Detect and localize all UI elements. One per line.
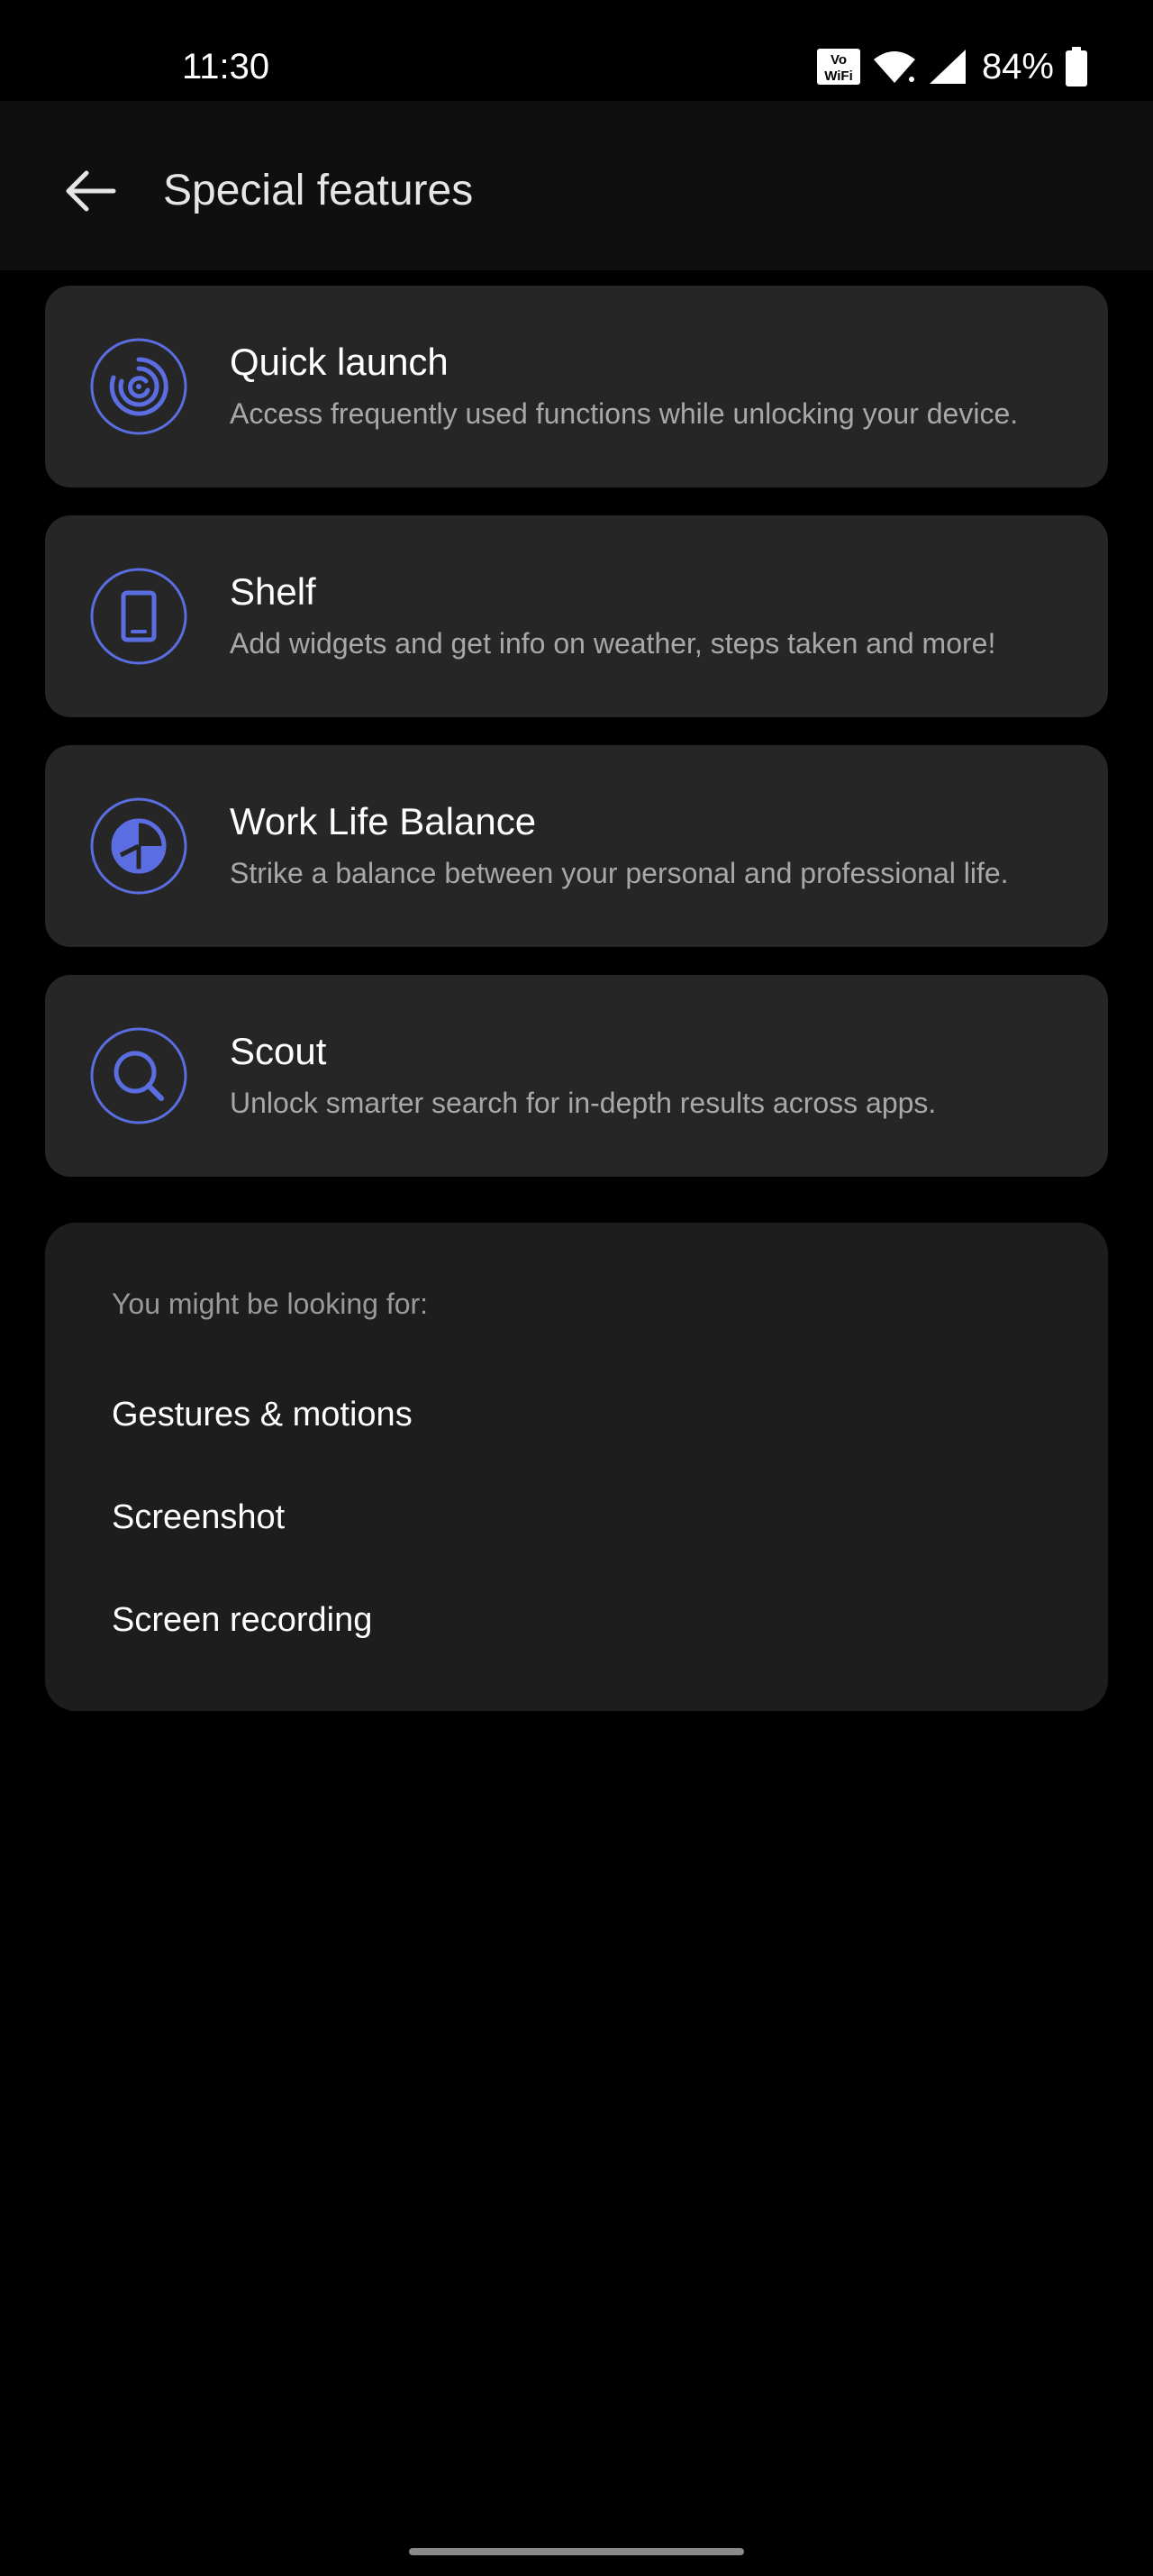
wifi-icon (872, 49, 917, 85)
back-button[interactable] (47, 148, 133, 234)
feature-text: Shelf Add widgets and get info on weathe… (230, 568, 1086, 663)
page-title: Special features (163, 167, 474, 214)
feature-description: Strike a balance between your personal a… (230, 857, 1009, 889)
feature-description: Unlock smarter search for in-depth resul… (230, 1087, 937, 1119)
feature-description: Add widgets and get info on weather, ste… (230, 627, 996, 660)
feature-title: Quick launch (230, 341, 449, 383)
battery-icon (1065, 47, 1088, 86)
feature-card-scout[interactable]: Scout Unlock smarter search for in-depth… (45, 975, 1108, 1177)
feature-card-quick-launch[interactable]: Quick launch Access frequently used func… (45, 286, 1108, 487)
balance-icon (90, 797, 187, 895)
feature-text: Work Life Balance Strike a balance betwe… (230, 797, 1086, 893)
feature-text: Scout Unlock smarter search for in-depth… (230, 1027, 1086, 1123)
suggestions-card: You might be looking for: Gestures & mot… (45, 1223, 1108, 1711)
app-bar: Special features (0, 101, 1153, 270)
status-icons: Vo WiFi 84% (816, 41, 1088, 92)
status-bar: 11:30 Vo WiFi 84% (0, 0, 1153, 101)
feature-card-work-life-balance[interactable]: Work Life Balance Strike a balance betwe… (45, 745, 1108, 947)
feature-title: Work Life Balance (230, 800, 537, 842)
suggestion-screen-recording[interactable]: Screen recording (112, 1597, 372, 1643)
suggestion-screenshot[interactable]: Screenshot (112, 1495, 285, 1540)
feature-text: Quick launch Access frequently used func… (230, 338, 1086, 433)
feature-description: Access frequently used functions while u… (230, 397, 1019, 430)
vowifi-icon: Vo WiFi (816, 48, 861, 86)
phone-icon (90, 568, 187, 665)
feature-title: Shelf (230, 570, 316, 613)
vowifi-bottom-text: WiFi (824, 68, 853, 84)
suggestion-gestures-motions[interactable]: Gestures & motions (112, 1392, 413, 1437)
feature-card-shelf[interactable]: Shelf Add widgets and get info on weathe… (45, 515, 1108, 717)
status-time: 11:30 (182, 47, 270, 86)
suggestions-heading: You might be looking for: (112, 1288, 429, 1320)
feature-title: Scout (230, 1030, 327, 1072)
arrow-left-icon (66, 170, 116, 212)
cell-signal-icon (928, 48, 967, 86)
features-list: Quick launch Access frequently used func… (45, 286, 1108, 1205)
gesture-nav-handle[interactable] (409, 2548, 744, 2555)
vowifi-top-text: Vo (831, 52, 847, 68)
battery-percent: 84% (981, 47, 1054, 86)
search-icon (90, 1027, 187, 1124)
fingerprint-target-icon (90, 338, 187, 435)
